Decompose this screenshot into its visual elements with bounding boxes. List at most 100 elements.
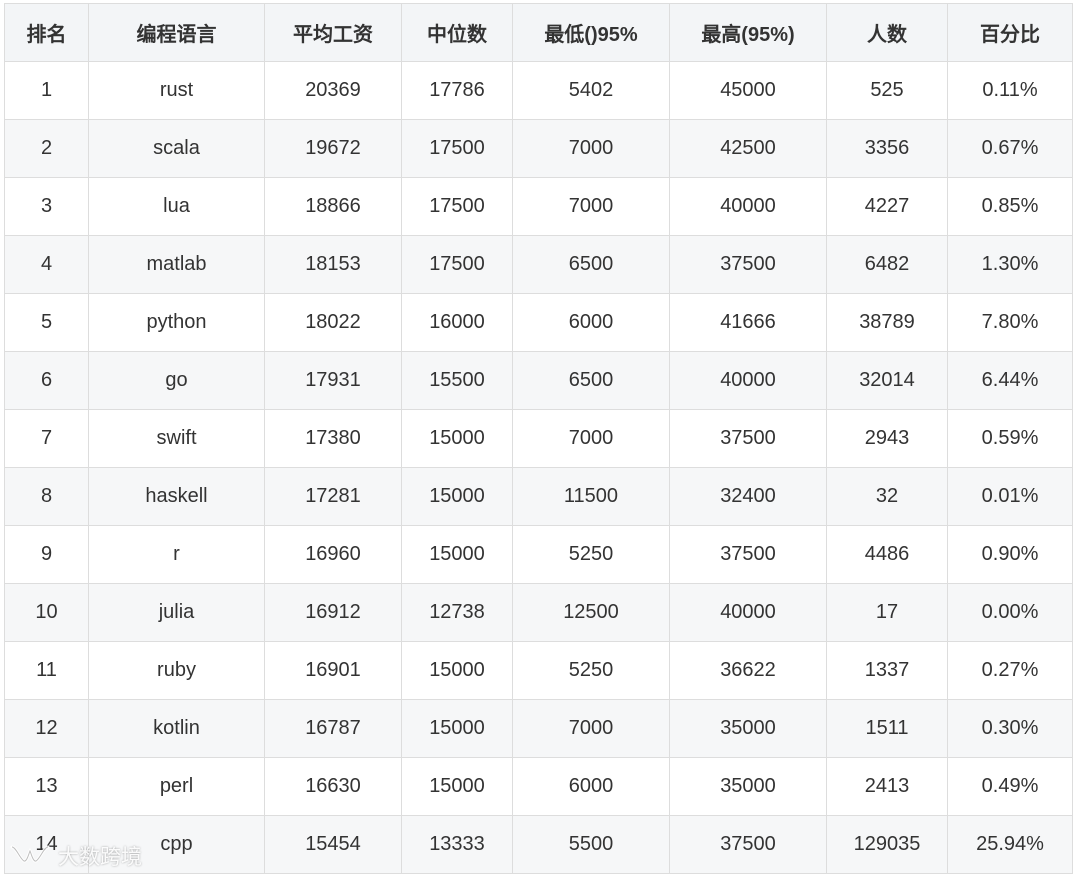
cell-median: 17786 — [401, 61, 513, 120]
header-max-95: 最高(95%) — [669, 3, 827, 62]
cell-count: 129035 — [826, 815, 948, 874]
cell-language: rust — [88, 61, 265, 120]
cell-median: 15000 — [401, 641, 513, 700]
cell-language: scala — [88, 119, 265, 178]
cell-count: 2943 — [826, 409, 948, 468]
header-rank: 排名 — [4, 3, 89, 62]
cell-percentage: 6.44% — [947, 351, 1073, 410]
cell-min-95: 6000 — [512, 293, 670, 352]
cell-rank: 10 — [4, 583, 89, 642]
cell-max-95: 40000 — [669, 583, 827, 642]
cell-max-95: 40000 — [669, 177, 827, 236]
cell-median: 17500 — [401, 235, 513, 294]
cell-average-salary: 17931 — [264, 351, 402, 410]
cell-rank: 12 — [4, 699, 89, 758]
cell-percentage: 25.94% — [947, 815, 1073, 874]
header-min-95: 最低()95% — [512, 3, 670, 62]
cell-percentage: 0.00% — [947, 583, 1073, 642]
cell-rank: 2 — [4, 119, 89, 178]
cell-median: 16000 — [401, 293, 513, 352]
table-row: 10 julia 16912 12738 12500 40000 17 0.00% — [4, 583, 1073, 642]
cell-percentage: 0.49% — [947, 757, 1073, 816]
cell-max-95: 35000 — [669, 757, 827, 816]
cell-median: 15000 — [401, 757, 513, 816]
cell-percentage: 1.30% — [947, 235, 1073, 294]
table-row: 5 python 18022 16000 6000 41666 38789 7.80% — [4, 293, 1073, 352]
table-row: 6 go 17931 15500 6500 40000 32014 6.44% — [4, 351, 1073, 410]
cell-rank: 5 — [4, 293, 89, 352]
cell-max-95: 36622 — [669, 641, 827, 700]
cell-median: 13333 — [401, 815, 513, 874]
header-percentage: 百分比 — [947, 3, 1073, 62]
cell-average-salary: 16901 — [264, 641, 402, 700]
cell-average-salary: 15454 — [264, 815, 402, 874]
cell-max-95: 41666 — [669, 293, 827, 352]
cell-average-salary: 17380 — [264, 409, 402, 468]
cell-language: python — [88, 293, 265, 352]
cell-average-salary: 16630 — [264, 757, 402, 816]
cell-count: 32 — [826, 467, 948, 526]
table-row: 4 matlab 18153 17500 6500 37500 6482 1.30% — [4, 235, 1073, 294]
table-body: 1 rust 20369 17786 5402 45000 525 0.11% 2 scala 19… — [4, 61, 1073, 874]
cell-min-95: 5250 — [512, 525, 670, 584]
cell-count: 3356 — [826, 119, 948, 178]
table-row: 14 cpp 15454 13333 5500 37500 129035 25.94% — [4, 815, 1073, 874]
cell-max-95: 37500 — [669, 235, 827, 294]
cell-average-salary: 16912 — [264, 583, 402, 642]
cell-percentage: 0.67% — [947, 119, 1073, 178]
cell-average-salary: 20369 — [264, 61, 402, 120]
table-row: 8 haskell 17281 15000 11500 32400 32 0.01% — [4, 467, 1073, 526]
table-row: 2 scala 19672 17500 7000 42500 3356 0.67% — [4, 119, 1073, 178]
cell-percentage: 0.11% — [947, 61, 1073, 120]
cell-max-95: 37500 — [669, 815, 827, 874]
header-median: 中位数 — [401, 3, 513, 62]
cell-rank: 9 — [4, 525, 89, 584]
header-count: 人数 — [826, 3, 948, 62]
cell-language: perl — [88, 757, 265, 816]
cell-max-95: 37500 — [669, 525, 827, 584]
table-row: 13 perl 16630 15000 6000 35000 2413 0.49% — [4, 757, 1073, 816]
cell-average-salary: 18866 — [264, 177, 402, 236]
table-row: 1 rust 20369 17786 5402 45000 525 0.11% — [4, 61, 1073, 120]
cell-min-95: 5500 — [512, 815, 670, 874]
cell-max-95: 32400 — [669, 467, 827, 526]
cell-average-salary: 18153 — [264, 235, 402, 294]
cell-rank: 1 — [4, 61, 89, 120]
cell-median: 15500 — [401, 351, 513, 410]
cell-count: 1511 — [826, 699, 948, 758]
cell-max-95: 45000 — [669, 61, 827, 120]
cell-rank: 8 — [4, 467, 89, 526]
header-row: 排名 编程语言 平均工资 中位数 最低()95% 最高(95%) 人数 百分比 — [4, 3, 1073, 62]
cell-count: 4227 — [826, 177, 948, 236]
cell-max-95: 37500 — [669, 409, 827, 468]
cell-language: go — [88, 351, 265, 410]
cell-language: kotlin — [88, 699, 265, 758]
cell-rank: 14 — [4, 815, 89, 874]
cell-rank: 4 — [4, 235, 89, 294]
cell-average-salary: 18022 — [264, 293, 402, 352]
cell-max-95: 42500 — [669, 119, 827, 178]
cell-average-salary: 19672 — [264, 119, 402, 178]
cell-median: 12738 — [401, 583, 513, 642]
cell-min-95: 5402 — [512, 61, 670, 120]
cell-min-95: 7000 — [512, 177, 670, 236]
cell-rank: 3 — [4, 177, 89, 236]
cell-count: 1337 — [826, 641, 948, 700]
cell-median: 15000 — [401, 467, 513, 526]
cell-count: 6482 — [826, 235, 948, 294]
cell-count: 525 — [826, 61, 948, 120]
cell-median: 15000 — [401, 409, 513, 468]
header-average-salary: 平均工资 — [264, 3, 402, 62]
cell-min-95: 7000 — [512, 119, 670, 178]
cell-rank: 11 — [4, 641, 89, 700]
cell-median: 17500 — [401, 177, 513, 236]
cell-language: ruby — [88, 641, 265, 700]
cell-average-salary: 17281 — [264, 467, 402, 526]
cell-median: 15000 — [401, 525, 513, 584]
cell-min-95: 6000 — [512, 757, 670, 816]
cell-min-95: 5250 — [512, 641, 670, 700]
cell-max-95: 35000 — [669, 699, 827, 758]
cell-language: cpp — [88, 815, 265, 874]
cell-min-95: 6500 — [512, 351, 670, 410]
cell-average-salary: 16787 — [264, 699, 402, 758]
